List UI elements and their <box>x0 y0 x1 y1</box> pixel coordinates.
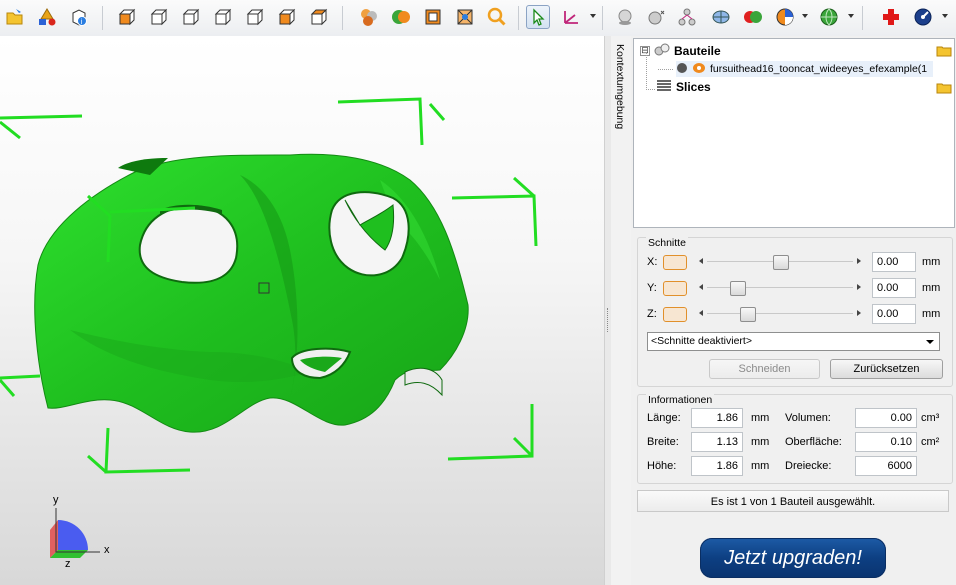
cut-z-label: Z: <box>647 308 657 320</box>
quality-gauge-icon[interactable] <box>912 6 934 28</box>
length-value: 1.86 <box>691 408 743 428</box>
slices-folder-icon[interactable] <box>936 81 952 97</box>
solid-shading-icon[interactable] <box>390 6 412 28</box>
height-value: 1.86 <box>691 456 743 476</box>
length-unit: mm <box>751 412 770 424</box>
pie-analysis-icon[interactable] <box>774 6 796 28</box>
width-label: Breite: <box>647 436 679 448</box>
chevron-down-icon <box>926 340 934 344</box>
cut-y-thumb[interactable] <box>730 281 746 296</box>
transparent-wireframe-icon[interactable] <box>454 6 476 28</box>
cut-button[interactable]: Schneiden <box>709 359 820 379</box>
part-item-label: fursuithead16_tooncat_wideeyes_efexample… <box>710 63 928 75</box>
cut-y-color-icon[interactable] <box>663 281 687 296</box>
cut-y-input[interactable]: 0.00 <box>872 278 916 298</box>
select-arrow-icon[interactable] <box>526 5 550 29</box>
context-tab-label: Kontextumgebung <box>614 44 626 130</box>
length-label: Länge: <box>647 412 681 424</box>
view-iso-icon[interactable] <box>308 6 330 28</box>
volume-label: Volumen: <box>785 412 831 424</box>
volume-unit: cm³ <box>921 412 940 424</box>
cut-z-thumb[interactable] <box>740 307 756 322</box>
context-tab[interactable]: Kontextumgebung <box>611 36 631 585</box>
height-unit: mm <box>751 460 770 472</box>
3d-viewport[interactable]: y x z <box>0 36 604 585</box>
repair-cross-icon[interactable] <box>880 6 902 28</box>
cut-y-label: Y: <box>647 282 657 294</box>
view-right-icon[interactable] <box>212 6 234 28</box>
parts-folder-icon[interactable] <box>936 44 952 60</box>
axis-x-label: x <box>104 544 110 556</box>
info-title: Informationen <box>646 394 715 406</box>
boolean-icon[interactable] <box>742 6 764 28</box>
cut-y-slider[interactable] <box>697 280 863 296</box>
triangles-value: 6000 <box>855 456 917 476</box>
open-file-icon[interactable] <box>4 6 26 28</box>
measure-axes-icon[interactable] <box>560 6 582 28</box>
separate-shells-icon[interactable] <box>646 6 668 28</box>
width-value: 1.13 <box>691 432 743 452</box>
globe-download-icon[interactable] <box>818 6 840 28</box>
node-tree-icon[interactable] <box>676 6 698 28</box>
axis-y-label: y <box>53 494 59 506</box>
cut-x-input[interactable]: 0.00 <box>872 252 916 272</box>
selection-status: Es ist 1 von 1 Bauteil ausgewählt. <box>637 490 949 512</box>
cut-x-color-icon[interactable] <box>663 255 687 270</box>
axis-z-label: z <box>65 558 71 570</box>
reset-button[interactable]: Zurücksetzen <box>830 359 943 379</box>
cut-x-label: X: <box>647 256 658 268</box>
surface-unit: cm² <box>921 436 940 448</box>
shading-icon[interactable] <box>358 6 380 28</box>
view-left-icon[interactable] <box>180 6 202 28</box>
cut-z-color-icon[interactable] <box>663 307 687 322</box>
parts-tree: ⊟ Bauteile fursuithead16_tooncat_wideeye… <box>633 38 955 228</box>
mesh-detail-icon[interactable] <box>710 6 732 28</box>
cut-x-thumb[interactable] <box>773 255 789 270</box>
model-render[interactable] <box>0 36 604 585</box>
cut-x-slider[interactable] <box>697 254 863 270</box>
axis-gizmo <box>50 508 100 558</box>
view-front-icon[interactable] <box>116 6 138 28</box>
view-back-icon[interactable] <box>148 6 170 28</box>
cut-mode-value: <Schnitte deaktiviert> <box>651 335 752 347</box>
add-primitives-icon[interactable] <box>36 6 58 28</box>
tree-node-part-item[interactable]: fursuithead16_tooncat_wideeyes_efexample… <box>676 61 934 77</box>
view-bottom-icon[interactable] <box>276 6 298 28</box>
tree-lines <box>646 53 674 90</box>
surface-value: 0.10 <box>855 432 917 452</box>
mask-body <box>34 153 469 433</box>
cut-y-unit: mm <box>922 282 941 294</box>
width-unit: mm <box>751 436 770 448</box>
right-panel: ⊟ Bauteile fursuithead16_tooncat_wideeye… <box>631 36 956 585</box>
cut-z-input[interactable]: 0.00 <box>872 304 916 324</box>
cut-mode-select[interactable]: <Schnitte deaktiviert> <box>647 332 940 351</box>
svg-text:i: i <box>81 18 83 26</box>
wireframe-icon[interactable] <box>422 6 444 28</box>
triangles-label: Dreiecke: <box>785 460 832 472</box>
volume-value: 0.00 <box>855 408 917 428</box>
view-top-icon[interactable] <box>244 6 266 28</box>
cut-z-slider[interactable] <box>697 306 863 322</box>
cuts-title: Schnitte <box>646 237 688 249</box>
surface-label: Oberfläche: <box>785 436 842 448</box>
upgrade-button[interactable]: Jetzt upgraden! <box>700 538 886 578</box>
object-info-icon[interactable]: i <box>68 6 90 28</box>
cut-z-unit: mm <box>922 308 941 320</box>
add-shape-icon[interactable] <box>614 6 636 28</box>
zoom-icon[interactable] <box>486 6 508 28</box>
height-label: Höhe: <box>647 460 677 472</box>
main-toolbar: i <box>0 0 956 37</box>
cut-x-unit: mm <box>922 256 941 268</box>
